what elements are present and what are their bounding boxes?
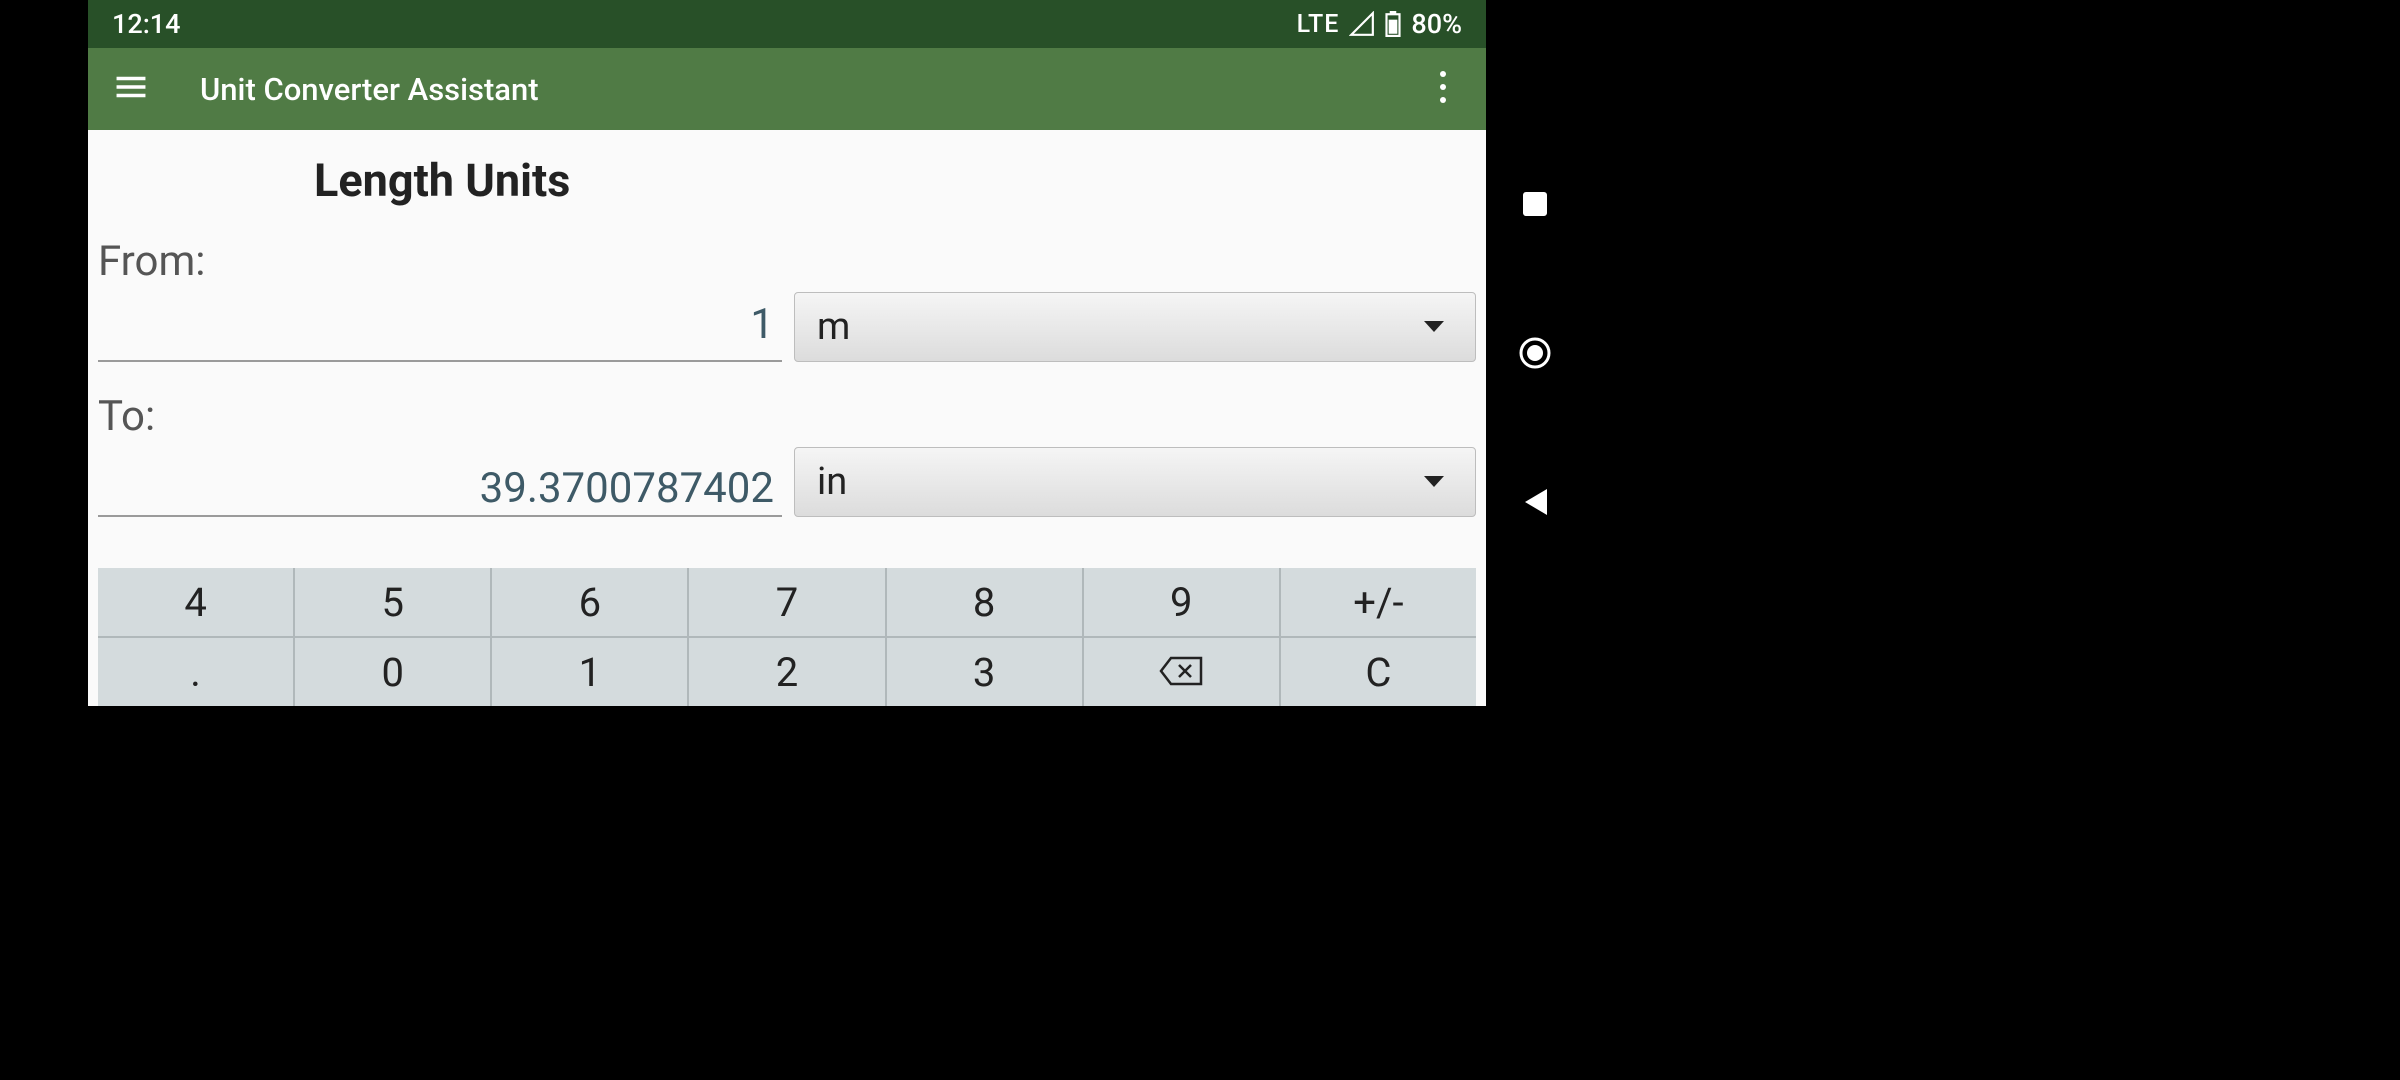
- overflow-menu-button[interactable]: [1416, 62, 1470, 116]
- status-right: LTE 80%: [1297, 8, 1462, 40]
- from-row: 1 m: [98, 292, 1476, 362]
- to-label: To:: [98, 392, 1476, 441]
- left-black-strip: [0, 0, 88, 706]
- from-unit-select[interactable]: m: [794, 292, 1476, 362]
- system-nav-buttons: [1490, 0, 1580, 706]
- from-label: From:: [98, 237, 1476, 286]
- dropdown-icon: [1423, 320, 1445, 334]
- key-3[interactable]: 3: [887, 638, 1082, 706]
- key-1[interactable]: 1: [492, 638, 687, 706]
- key-5[interactable]: 5: [295, 568, 490, 636]
- to-value-text: 39.3700787402: [480, 464, 774, 513]
- key-9[interactable]: 9: [1084, 568, 1279, 636]
- section-title: Length Units: [314, 154, 1476, 207]
- system-back-button[interactable]: [1512, 479, 1558, 525]
- status-bar: 12:14 LTE 80%: [88, 0, 1486, 48]
- key-dot[interactable]: .: [98, 638, 293, 706]
- dropdown-icon: [1423, 475, 1445, 489]
- key-clear[interactable]: C: [1281, 638, 1476, 706]
- keypad: 4 5 6 7 8 9 +/- . 0 1 2 3 C: [98, 568, 1476, 706]
- signal-icon: [1349, 11, 1375, 37]
- to-row: 39.3700787402 in: [98, 447, 1476, 517]
- content-area: Length Units From: 1 m To: 39.3700787402…: [88, 130, 1486, 706]
- key-2[interactable]: 2: [689, 638, 884, 706]
- app-title: Unit Converter Assistant: [200, 71, 539, 108]
- status-time: 12:14: [112, 8, 181, 40]
- key-4[interactable]: 4: [98, 568, 293, 636]
- key-backspace[interactable]: [1084, 638, 1279, 706]
- key-8[interactable]: 8: [887, 568, 1082, 636]
- from-unit-value: m: [817, 305, 850, 349]
- key-7[interactable]: 7: [689, 568, 884, 636]
- system-nav-area: [1486, 0, 2400, 706]
- app-screen: 12:14 LTE 80% Unit Converter Assistant: [88, 0, 1486, 706]
- hamburger-icon: [114, 70, 148, 108]
- to-unit-select[interactable]: in: [794, 447, 1476, 517]
- kebab-icon: [1439, 70, 1447, 108]
- menu-button[interactable]: [104, 62, 158, 116]
- from-value-input[interactable]: 1: [98, 300, 782, 362]
- battery-icon: [1385, 11, 1401, 37]
- to-unit-value: in: [817, 460, 847, 504]
- status-network-label: LTE: [1297, 10, 1340, 39]
- key-sign[interactable]: +/-: [1281, 568, 1476, 636]
- to-value-output[interactable]: 39.3700787402: [98, 455, 782, 517]
- app-bar: Unit Converter Assistant: [88, 48, 1486, 130]
- system-home-button[interactable]: [1512, 330, 1558, 376]
- key-0[interactable]: 0: [295, 638, 490, 706]
- key-6[interactable]: 6: [492, 568, 687, 636]
- backspace-icon: [1159, 649, 1203, 696]
- status-battery-percent: 80%: [1411, 8, 1462, 40]
- system-recents-button[interactable]: [1512, 181, 1558, 227]
